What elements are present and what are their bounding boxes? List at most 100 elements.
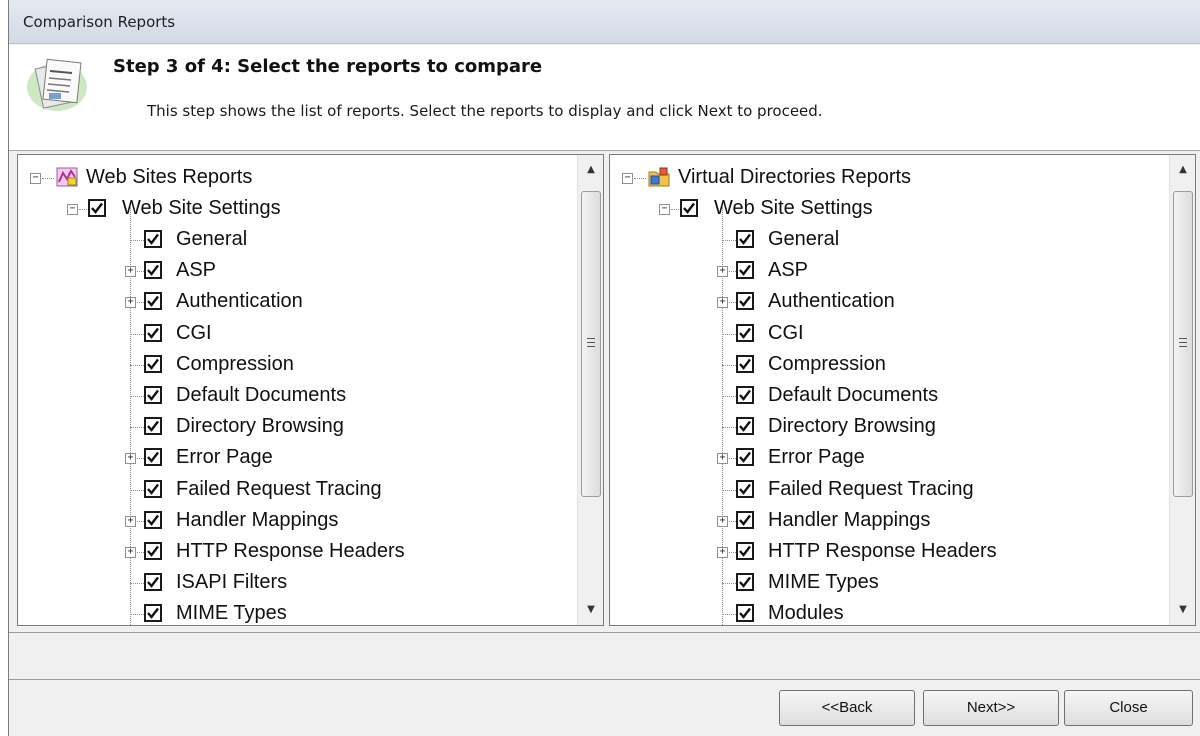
checkbox-checked[interactable] [144,261,162,280]
checkbox-checked[interactable] [144,604,162,623]
tree-root-row[interactable]: − Virtual Directories Reports [610,163,1169,194]
checkbox-checked[interactable] [736,323,754,342]
tree-item-row[interactable]: + ASP [610,256,1169,287]
group-label: Web Site Settings [122,197,281,219]
tree-item-row[interactable]: + Handler Mappings [18,506,577,537]
checkbox-checked[interactable] [736,448,754,467]
scroll-down-arrow-icon[interactable]: ▼ [578,599,603,621]
tree-group-row[interactable]: − Web Site Settings [610,194,1169,225]
root-label: Web Sites Reports [86,166,253,188]
tree-item-row[interactable]: + Error Page [18,443,577,474]
checkbox-checked[interactable] [736,292,754,311]
scroll-down-arrow-icon[interactable]: ▼ [1170,599,1195,621]
tree-body: − Virtual Directories Reports − Web Site… [610,155,1169,625]
expand-toggle-icon[interactable]: + [125,453,136,465]
tree-item-row[interactable]: + Authentication [610,287,1169,318]
tree-item-label: ASP [768,259,809,282]
tree-item-row[interactable]: + ASP [18,256,577,287]
checkbox-checked[interactable] [736,479,754,498]
expand-toggle-icon[interactable]: + [125,515,136,527]
tree-item-row[interactable]: Compression [18,350,577,381]
checkbox-checked[interactable] [680,199,698,217]
tree-item-label: CGI [768,321,804,344]
checkbox-checked[interactable] [144,230,162,248]
checkbox-checked[interactable] [736,510,754,529]
expand-toggle-icon[interactable]: + [717,547,728,558]
expand-toggle-icon[interactable]: + [717,515,728,527]
checkbox-checked[interactable] [144,573,162,592]
expand-toggle-icon[interactable]: + [125,297,136,309]
checkbox-checked[interactable] [144,448,162,467]
scroll-up-arrow-icon[interactable]: ▲ [1170,159,1195,181]
tree-item-row[interactable]: MIME Types [18,599,577,625]
tree-group-row[interactable]: − Web Site Settings [18,194,577,225]
tree-item-label: Authentication [176,290,303,313]
expand-toggle-icon[interactable]: + [717,453,728,465]
tree-item-row[interactable]: + HTTP Response Headers [610,537,1169,568]
checkbox-checked[interactable] [736,230,754,248]
checkbox-checked[interactable] [736,417,754,436]
checkbox-checked[interactable] [736,542,754,560]
tree-item-row[interactable]: Modules [610,599,1169,625]
tree-item-row[interactable]: Directory Browsing [610,412,1169,443]
close-button[interactable]: Close [1064,690,1193,726]
tree-item-row[interactable]: ISAPI Filters [18,568,577,599]
tree-item-row[interactable]: Default Documents [18,381,577,412]
back-button[interactable]: <<Back [779,690,915,726]
tree-item-row[interactable]: Compression [610,350,1169,381]
tree-item-row[interactable]: + Error Page [610,443,1169,474]
checkbox-checked[interactable] [736,573,754,592]
tree-item-row[interactable]: CGI [18,319,577,350]
comparison-reports-window: Comparison Reports Step 3 of 4: Select t… [8,0,1200,736]
collapse-toggle-icon[interactable]: − [30,173,41,184]
next-button[interactable]: Next>> [923,690,1059,726]
window-title: Comparison Reports [23,13,176,31]
status-strip [9,632,1200,680]
checkbox-checked[interactable] [736,261,754,280]
checkbox-checked[interactable] [736,604,754,623]
tree-item-row[interactable]: + Authentication [18,287,577,318]
web-sites-reports-tree[interactable]: − Web Sites Reports − Web Site Settings … [17,154,604,626]
tree-item-row[interactable]: Failed Request Tracing [610,475,1169,506]
expand-toggle-icon[interactable]: + [717,266,728,278]
checkbox-checked[interactable] [144,386,162,404]
checkbox-checked[interactable] [144,542,162,560]
checkbox-checked[interactable] [144,510,162,529]
expand-toggle-icon[interactable]: + [717,297,728,309]
vertical-scrollbar[interactable]: ▲ ▼ [1169,155,1195,625]
vertical-scrollbar[interactable]: ▲ ▼ [577,155,603,625]
checkbox-checked[interactable] [144,323,162,342]
tree-item-row[interactable]: + Handler Mappings [610,506,1169,537]
checkbox-checked[interactable] [736,354,754,373]
tree-root-row[interactable]: − Web Sites Reports [18,163,577,194]
tree-item-row[interactable]: General [610,225,1169,256]
tree-item-row[interactable]: Failed Request Tracing [18,475,577,506]
checkbox-checked[interactable] [144,417,162,436]
tree-item-label: Error Page [176,446,273,469]
collapse-toggle-icon[interactable]: − [659,204,670,215]
title-bar: Comparison Reports [9,0,1200,44]
tree-item-label: Failed Request Tracing [768,477,974,500]
checkbox-checked[interactable] [88,199,106,217]
tree-item-row[interactable]: + HTTP Response Headers [18,537,577,568]
tree-item-label: Directory Browsing [768,415,936,438]
checkbox-checked[interactable] [736,386,754,404]
checkbox-checked[interactable] [144,354,162,373]
collapse-toggle-icon[interactable]: − [67,204,78,215]
tree-item-row[interactable]: MIME Types [610,568,1169,599]
tree-item-label: ISAPI Filters [176,571,288,594]
tree-item-label: General [176,228,248,250]
tree-item-row[interactable]: Default Documents [610,381,1169,412]
checkbox-checked[interactable] [144,479,162,498]
virtual-directories-reports-tree[interactable]: − Virtual Directories Reports − Web Site… [609,154,1196,626]
collapse-toggle-icon[interactable]: − [622,173,633,184]
tree-item-row[interactable]: General [18,225,577,256]
scroll-thumb[interactable] [581,191,601,497]
tree-item-row[interactable]: CGI [610,319,1169,350]
scroll-up-arrow-icon[interactable]: ▲ [578,159,603,181]
scroll-thumb[interactable] [1173,191,1193,497]
tree-item-row[interactable]: Directory Browsing [18,412,577,443]
checkbox-checked[interactable] [144,292,162,311]
expand-toggle-icon[interactable]: + [125,266,136,278]
expand-toggle-icon[interactable]: + [125,547,136,558]
